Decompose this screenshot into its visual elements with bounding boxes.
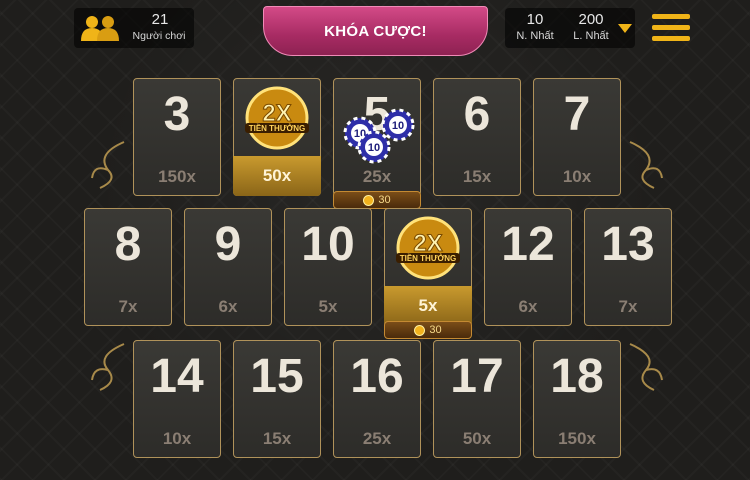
- chip-stack-icon: 10 10 10: [343, 108, 415, 164]
- bet-cell-18[interactable]: 18 150x: [533, 340, 621, 458]
- min-bet-value: 10: [526, 11, 544, 28]
- bet-cell-12[interactable]: 12 6x: [484, 208, 572, 326]
- cell-odds: 5x: [318, 297, 338, 316]
- cell-odds: 150x: [158, 167, 196, 186]
- cell-odds: 6x: [218, 297, 238, 316]
- bet-cell-3[interactable]: 3 150x: [133, 78, 221, 196]
- max-bet-value: 200: [578, 11, 604, 28]
- bet-cell-8[interactable]: 8 7x: [84, 208, 172, 326]
- bet-amount-bar: 30: [384, 321, 472, 339]
- bet-cell-10[interactable]: 10 5x: [284, 208, 372, 326]
- bet-cell-11-bonus[interactable]: 2X TIỀN THƯỞNG 5x 30: [384, 208, 472, 339]
- bet-amount: 30: [378, 194, 391, 206]
- cell-number: 7: [563, 88, 591, 141]
- cell-odds: 15x: [262, 429, 292, 448]
- lock-bet-button[interactable]: KHÓA CƯỢC!: [263, 6, 488, 56]
- cell-number: 12: [501, 218, 555, 271]
- cell-odds: 50x: [233, 156, 321, 196]
- svg-text:10: 10: [368, 142, 380, 154]
- bonus-2x-badge-icon: 2X TIỀN THƯỞNG: [396, 216, 460, 280]
- players-count: 21: [151, 11, 169, 28]
- bet-cell-9[interactable]: 9 6x: [184, 208, 272, 326]
- cell-number: 9: [214, 218, 242, 271]
- bet-cell-7[interactable]: 7 10x: [533, 78, 621, 196]
- cell-odds: 5x: [384, 286, 472, 326]
- cell-number: 10: [301, 218, 355, 271]
- cell-number: 8: [114, 218, 142, 271]
- max-bet-label: L. Nhất: [573, 30, 609, 42]
- cell-odds: 10x: [162, 429, 192, 448]
- cell-number: 15: [250, 350, 304, 403]
- ornament-icon: [91, 343, 125, 391]
- cell-number: 6: [463, 88, 491, 141]
- cell-odds: 25x: [362, 429, 392, 448]
- coin-icon: [363, 194, 375, 206]
- svg-text:2X: 2X: [413, 230, 442, 257]
- cell-odds: 50x: [462, 429, 492, 448]
- ornament-icon: [629, 343, 663, 391]
- cell-number: 14: [150, 350, 204, 403]
- svg-text:TIỀN THƯỞNG: TIỀN THƯỞNG: [249, 123, 306, 133]
- cell-number: 18: [550, 350, 604, 403]
- cell-odds: 150x: [558, 429, 596, 448]
- cell-odds: 10x: [562, 167, 592, 186]
- bonus-2x-badge-icon: 2X TIỀN THƯỞNG: [245, 86, 309, 150]
- bet-cell-15[interactable]: 15 15x: [233, 340, 321, 458]
- cell-odds: 25x: [362, 167, 392, 186]
- bet-limits-selector[interactable]: 10 200 N. Nhất L. Nhất: [505, 8, 635, 48]
- bet-cell-4-bonus[interactable]: 2X TIỀN THƯỞNG 50x: [233, 78, 321, 196]
- svg-text:2X: 2X: [262, 100, 291, 127]
- menu-icon: [652, 14, 690, 19]
- cell-odds: 7x: [118, 297, 138, 316]
- menu-button[interactable]: [652, 14, 690, 44]
- bet-row-3: 14 10x 15 15x 16 25x 17 50x 18 150x: [133, 340, 621, 458]
- bet-cell-5[interactable]: 5 10 10 10 25x 30: [333, 78, 421, 209]
- bet-row-2: 8 7x 9 6x 10 5x 2X TIỀN THƯỞNG 5x 30 12 …: [84, 208, 672, 339]
- cell-number: 3: [163, 88, 191, 141]
- min-bet-label: N. Nhất: [516, 30, 554, 42]
- svg-text:10: 10: [392, 120, 404, 132]
- players-label: Người chơi: [132, 30, 186, 42]
- bet-row-1: 3 150x 2X TIỀN THƯỞNG 50x 5 10 10 10 25x…: [133, 78, 621, 209]
- cell-odds: 6x: [518, 297, 538, 316]
- coin-icon: [414, 324, 426, 336]
- bet-cell-16[interactable]: 16 25x: [333, 340, 421, 458]
- cell-odds: 7x: [618, 297, 638, 316]
- ornament-icon: [629, 141, 663, 189]
- cell-number: 13: [601, 218, 655, 271]
- bet-cell-13[interactable]: 13 7x: [584, 208, 672, 326]
- bet-cell-17[interactable]: 17 50x: [433, 340, 521, 458]
- players-panel[interactable]: 21 Người chơi: [74, 8, 194, 48]
- svg-text:TIỀN THƯỞNG: TIỀN THƯỞNG: [400, 253, 457, 263]
- cell-odds: 15x: [462, 167, 492, 186]
- ornament-icon: [91, 141, 125, 189]
- players-icon: [81, 16, 119, 41]
- cell-number: 16: [350, 350, 404, 403]
- bet-amount: 30: [429, 324, 442, 336]
- bet-cell-14[interactable]: 14 10x: [133, 340, 221, 458]
- bet-amount-bar: 30: [333, 191, 421, 209]
- cell-number: 17: [450, 350, 504, 403]
- bet-cell-6[interactable]: 6 15x: [433, 78, 521, 196]
- dropdown-arrow-icon: [618, 24, 632, 33]
